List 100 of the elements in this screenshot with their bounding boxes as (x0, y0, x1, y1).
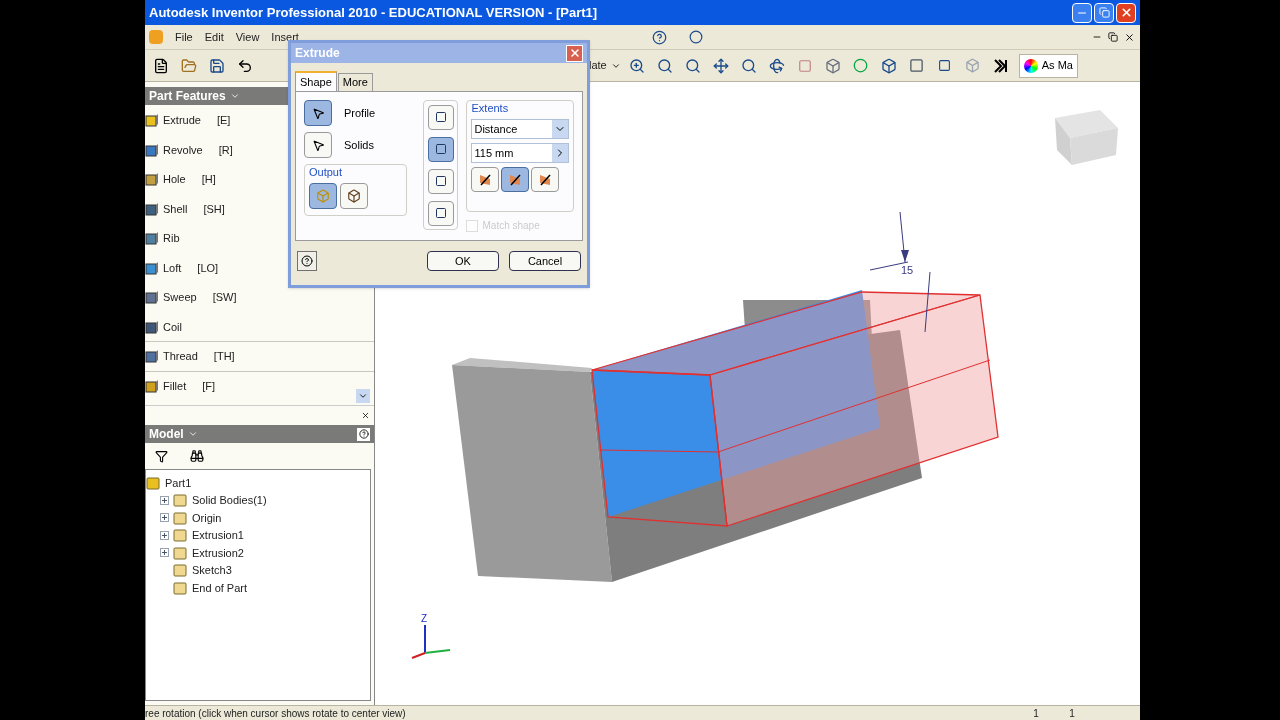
expand-toggle[interactable] (160, 495, 169, 505)
tree-node-label[interactable]: Solid Bodies(1) (192, 492, 267, 509)
pan-icon (712, 57, 729, 74)
tree-node-icon (173, 563, 188, 578)
distance-field[interactable]: 115 mm (471, 143, 569, 163)
close-button[interactable] (1116, 2, 1136, 23)
appearance-label: As Ma (1041, 58, 1073, 74)
feature-icon (145, 201, 159, 216)
feature-item[interactable]: Thread [TH] (145, 348, 235, 365)
direction-button[interactable] (531, 167, 560, 192)
panel-title: Part Features (149, 88, 226, 105)
window-title: Autodesk Inventor Professional 2010 - EDUCATIONAL VERSION - [Part1] (149, 3, 598, 22)
block-icon (434, 143, 447, 155)
close-button[interactable] (360, 410, 370, 421)
zoom-window-icon (656, 57, 673, 74)
help-button[interactable] (297, 251, 317, 271)
feature-item[interactable]: Rib (145, 230, 180, 247)
feature-icon (145, 378, 159, 393)
dialog-title: Extrude (295, 45, 340, 62)
operation-button[interactable] (427, 200, 454, 226)
save-icon (209, 57, 225, 74)
status-field: 1 (1018, 705, 1054, 720)
tree-node-label[interactable]: Extrusion2 (192, 544, 244, 561)
zoom-selected-icon (684, 57, 701, 74)
block-icon (434, 175, 447, 187)
feature-item[interactable]: Sweep [SW] (145, 289, 237, 306)
dialog-tab[interactable]: Shape (295, 71, 337, 91)
feature-item[interactable]: Revolve [R] (145, 141, 233, 158)
dialog-button[interactable]: Cancel (509, 251, 581, 271)
surface-output-button[interactable] (340, 183, 368, 209)
feature-item[interactable]: Shell [SH] (145, 200, 225, 217)
axis-label: Z (421, 613, 428, 624)
feature-item[interactable]: Extrude [E] (145, 112, 231, 129)
direction-button[interactable] (471, 167, 500, 192)
selector-button[interactable] (304, 100, 332, 126)
tree-node-icon (173, 510, 188, 525)
direction-icon (508, 172, 523, 187)
feature-item[interactable]: Coil (145, 318, 182, 335)
chevron-down-icon (358, 391, 368, 401)
menu-item[interactable]: File (175, 28, 193, 46)
axis-triad-icon (411, 624, 451, 659)
new-file-icon (153, 57, 169, 74)
feature-item[interactable]: Loft [LO] (145, 259, 219, 276)
dialog-tab[interactable]: More (337, 73, 373, 91)
menu-item[interactable]: Edit (204, 28, 224, 46)
feature-icon (145, 172, 159, 187)
tree-node-label[interactable]: Extrusion1 (192, 527, 244, 544)
group-label: Output (309, 165, 344, 179)
feature-icon (145, 142, 159, 157)
step-icon (993, 58, 1008, 73)
shaded-cube-icon (824, 57, 841, 74)
selector-button[interactable] (304, 132, 332, 158)
feature-icon (145, 113, 159, 128)
feature-icon (145, 349, 159, 364)
direction-icon (538, 172, 553, 187)
help-button[interactable] (357, 427, 370, 441)
block-icon (434, 111, 447, 123)
restore-button[interactable] (1106, 30, 1120, 44)
minimize-button[interactable] (1072, 2, 1092, 23)
dimension-label: 15 (901, 264, 914, 276)
undo-icon (237, 57, 253, 74)
operation-button[interactable] (427, 168, 454, 194)
tree-node-icon (146, 475, 161, 490)
zoom-icon (628, 57, 645, 74)
selector-label: Solids (344, 137, 374, 153)
operation-button[interactable] (427, 104, 454, 130)
tree-node-icon (173, 545, 188, 560)
tree-node-label[interactable]: Part1 (165, 474, 192, 491)
close-icon (568, 47, 581, 59)
help-icon (301, 255, 313, 267)
tree-node-label[interactable]: Sketch3 (192, 562, 232, 579)
feature-item[interactable]: Hole [H] (145, 171, 216, 188)
feature-icon (145, 319, 159, 334)
binoculars-icon (190, 449, 204, 463)
expand-toggle[interactable] (160, 530, 169, 540)
feature-icon (145, 231, 159, 246)
cursor-icon (311, 138, 325, 152)
close-icon (1119, 6, 1133, 19)
feature-icon (145, 290, 159, 305)
status-field: 1 (1054, 705, 1090, 720)
close-icon (360, 411, 370, 420)
panel-title: Model (149, 426, 184, 443)
direction-button[interactable] (501, 167, 530, 192)
appearance-dropdown[interactable]: As Ma (1018, 53, 1078, 78)
maximize-button[interactable] (1094, 2, 1114, 23)
block-icon (434, 207, 447, 219)
dialog-button[interactable]: OK (427, 251, 499, 271)
filter-icon (154, 449, 168, 463)
expand-toggle[interactable] (160, 548, 169, 558)
menu-item[interactable]: View (235, 28, 260, 46)
tree-node-label[interactable]: Origin (192, 509, 222, 526)
orbit-icon (768, 57, 785, 74)
expand-toggle[interactable] (160, 513, 169, 523)
cube-icon (880, 57, 897, 74)
operation-button[interactable] (427, 136, 454, 162)
group-label: Extents (471, 101, 510, 115)
restore-icon (1098, 7, 1110, 18)
feature-item[interactable]: Fillet [F] (145, 377, 216, 394)
tree-node-label[interactable]: End of Part (192, 579, 248, 596)
extents-dropdown[interactable]: Distance (471, 119, 569, 139)
